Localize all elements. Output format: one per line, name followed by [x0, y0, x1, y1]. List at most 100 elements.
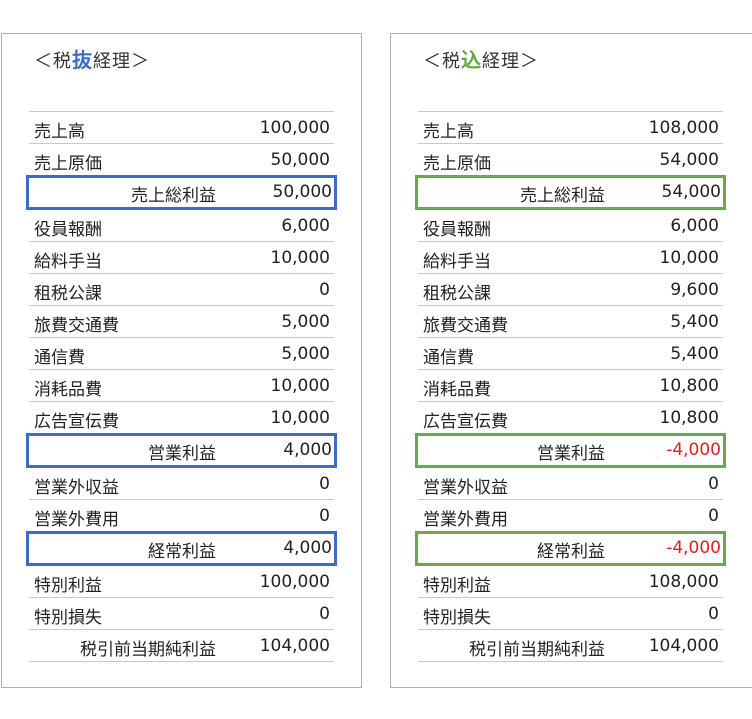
- row-value: 108,000: [648, 572, 719, 592]
- highlighted-row-gross-profit: 売上総利益 50,000: [26, 175, 337, 210]
- row-value: 0: [319, 604, 330, 624]
- row-value: 0: [319, 506, 330, 526]
- row-label: 特別利益: [423, 576, 491, 596]
- row-label: 旅費交通費: [423, 316, 508, 336]
- row-label: 特別損失: [423, 608, 491, 628]
- row-label: 給料手当: [34, 252, 102, 272]
- title-prefix: ＜税: [423, 51, 461, 72]
- row-value: 54,000: [659, 150, 719, 170]
- row-label: 営業利益: [537, 444, 605, 464]
- row-value: 10,000: [659, 248, 719, 268]
- row-value: 0: [708, 474, 719, 494]
- total-row-pretax-profit: 税引前当期純利益 104,000: [418, 630, 723, 662]
- table-row: 営業外費用 0: [418, 500, 723, 532]
- row-value: 104,000: [648, 636, 719, 656]
- row-label: 税引前当期純利益: [80, 640, 216, 660]
- table-row: 役員報酬 6,000: [29, 210, 334, 242]
- tax-excluded-panel: ＜税抜経理＞ 売上高 100,000 売上原価 50,000 売上総利益 50,000…: [1, 33, 362, 688]
- table-row: 旅費交通費 5,000: [29, 306, 334, 338]
- row-label: 特別損失: [34, 608, 102, 628]
- table-row: 営業外収益 0: [418, 468, 723, 500]
- row-label: 営業外収益: [423, 478, 508, 498]
- row-label: 通信費: [423, 348, 474, 368]
- row-value: 50,000: [272, 182, 332, 202]
- panel-title: ＜税抜経理＞: [34, 44, 150, 73]
- highlighted-row-gross-profit: 売上総利益 54,000: [415, 175, 726, 210]
- row-label: 広告宣伝費: [423, 412, 508, 432]
- row-label: 税引前当期純利益: [469, 640, 605, 660]
- row-label: 給料手当: [423, 252, 491, 272]
- highlighted-row-ordinary-profit: 経常利益 -4,000: [415, 531, 726, 566]
- row-value: 4,000: [283, 538, 332, 558]
- row-value: 0: [319, 280, 330, 300]
- row-value: 5,400: [670, 312, 719, 332]
- row-value: 5,400: [670, 344, 719, 364]
- row-label: 消耗品費: [423, 380, 491, 400]
- table-row: 売上原価 50,000: [29, 144, 334, 176]
- row-value-negative: -4,000: [666, 440, 721, 460]
- table-row: 売上高 100,000: [29, 112, 334, 144]
- row-label: 経常利益: [537, 542, 605, 562]
- table-row: 通信費 5,400: [418, 338, 723, 370]
- row-label: 営業利益: [148, 444, 216, 464]
- row-label: 営業外収益: [34, 478, 119, 498]
- table-row: 広告宣伝費 10,800: [418, 402, 723, 434]
- table-row: 特別利益 108,000: [418, 566, 723, 598]
- table-row: 租税公課 0: [29, 274, 334, 306]
- row-value: 54,000: [661, 182, 721, 202]
- row-value: 6,000: [281, 216, 330, 236]
- row-label: 消耗品費: [34, 380, 102, 400]
- row-value: 108,000: [648, 118, 719, 138]
- table-row: 給料手当 10,000: [29, 242, 334, 274]
- row-label: 租税公課: [34, 284, 102, 304]
- table-row: 売上高 108,000: [418, 112, 723, 144]
- income-statement-table: 売上高 100,000 売上原価 50,000 売上総利益 50,000 役員報酬 6,…: [26, 111, 337, 662]
- row-value: 6,000: [670, 216, 719, 236]
- title-emphasis: 抜: [72, 48, 93, 72]
- row-value: 10,800: [659, 376, 719, 396]
- row-value: 4,000: [283, 440, 332, 460]
- table-row: 旅費交通費 5,400: [418, 306, 723, 338]
- table-row: 営業外費用 0: [29, 500, 334, 532]
- row-value: 5,000: [281, 312, 330, 332]
- income-statement-table: 売上高 108,000 売上原価 54,000 売上総利益 54,000 役員報酬 6,…: [415, 111, 726, 662]
- title-suffix: 経理＞: [93, 51, 150, 72]
- table-row: 特別損失 0: [418, 598, 723, 630]
- highlighted-row-operating-profit: 営業利益 4,000: [26, 433, 337, 468]
- panel-title: ＜税込経理＞: [423, 44, 539, 73]
- row-label: 売上総利益: [131, 186, 216, 206]
- row-label: 売上高: [34, 122, 85, 142]
- row-label: 旅費交通費: [34, 316, 119, 336]
- table-row: 特別利益 100,000: [29, 566, 334, 598]
- title-suffix: 経理＞: [482, 51, 539, 72]
- table-row: 特別損失 0: [29, 598, 334, 630]
- row-label: 役員報酬: [34, 220, 102, 240]
- row-label: 売上総利益: [520, 186, 605, 206]
- row-value: 0: [319, 474, 330, 494]
- table-row: 営業外収益 0: [29, 468, 334, 500]
- row-label: 通信費: [34, 348, 85, 368]
- row-label: 特別利益: [34, 576, 102, 596]
- row-value: 50,000: [270, 150, 330, 170]
- row-label: 広告宣伝費: [34, 412, 119, 432]
- table-row: 消耗品費 10,800: [418, 370, 723, 402]
- table-row: 役員報酬 6,000: [418, 210, 723, 242]
- row-label: 租税公課: [423, 284, 491, 304]
- row-value-negative: -4,000: [666, 538, 721, 558]
- row-label: 売上原価: [423, 154, 491, 174]
- table-row: 通信費 5,000: [29, 338, 334, 370]
- row-label: 営業外費用: [423, 510, 508, 530]
- tax-included-panel: ＜税込経理＞ 売上高 108,000 売上原価 54,000 売上総利益 54,000…: [390, 33, 752, 688]
- total-row-pretax-profit: 税引前当期純利益 104,000: [29, 630, 334, 662]
- table-row: 租税公課 9,600: [418, 274, 723, 306]
- row-value: 9,600: [670, 280, 719, 300]
- row-label: 役員報酬: [423, 220, 491, 240]
- row-value: 104,000: [259, 636, 330, 656]
- title-emphasis: 込: [461, 48, 482, 72]
- row-value: 100,000: [259, 572, 330, 592]
- row-value: 10,800: [659, 408, 719, 428]
- title-prefix: ＜税: [34, 51, 72, 72]
- table-row: 消耗品費 10,000: [29, 370, 334, 402]
- highlighted-row-ordinary-profit: 経常利益 4,000: [26, 531, 337, 566]
- table-row: 広告宣伝費 10,000: [29, 402, 334, 434]
